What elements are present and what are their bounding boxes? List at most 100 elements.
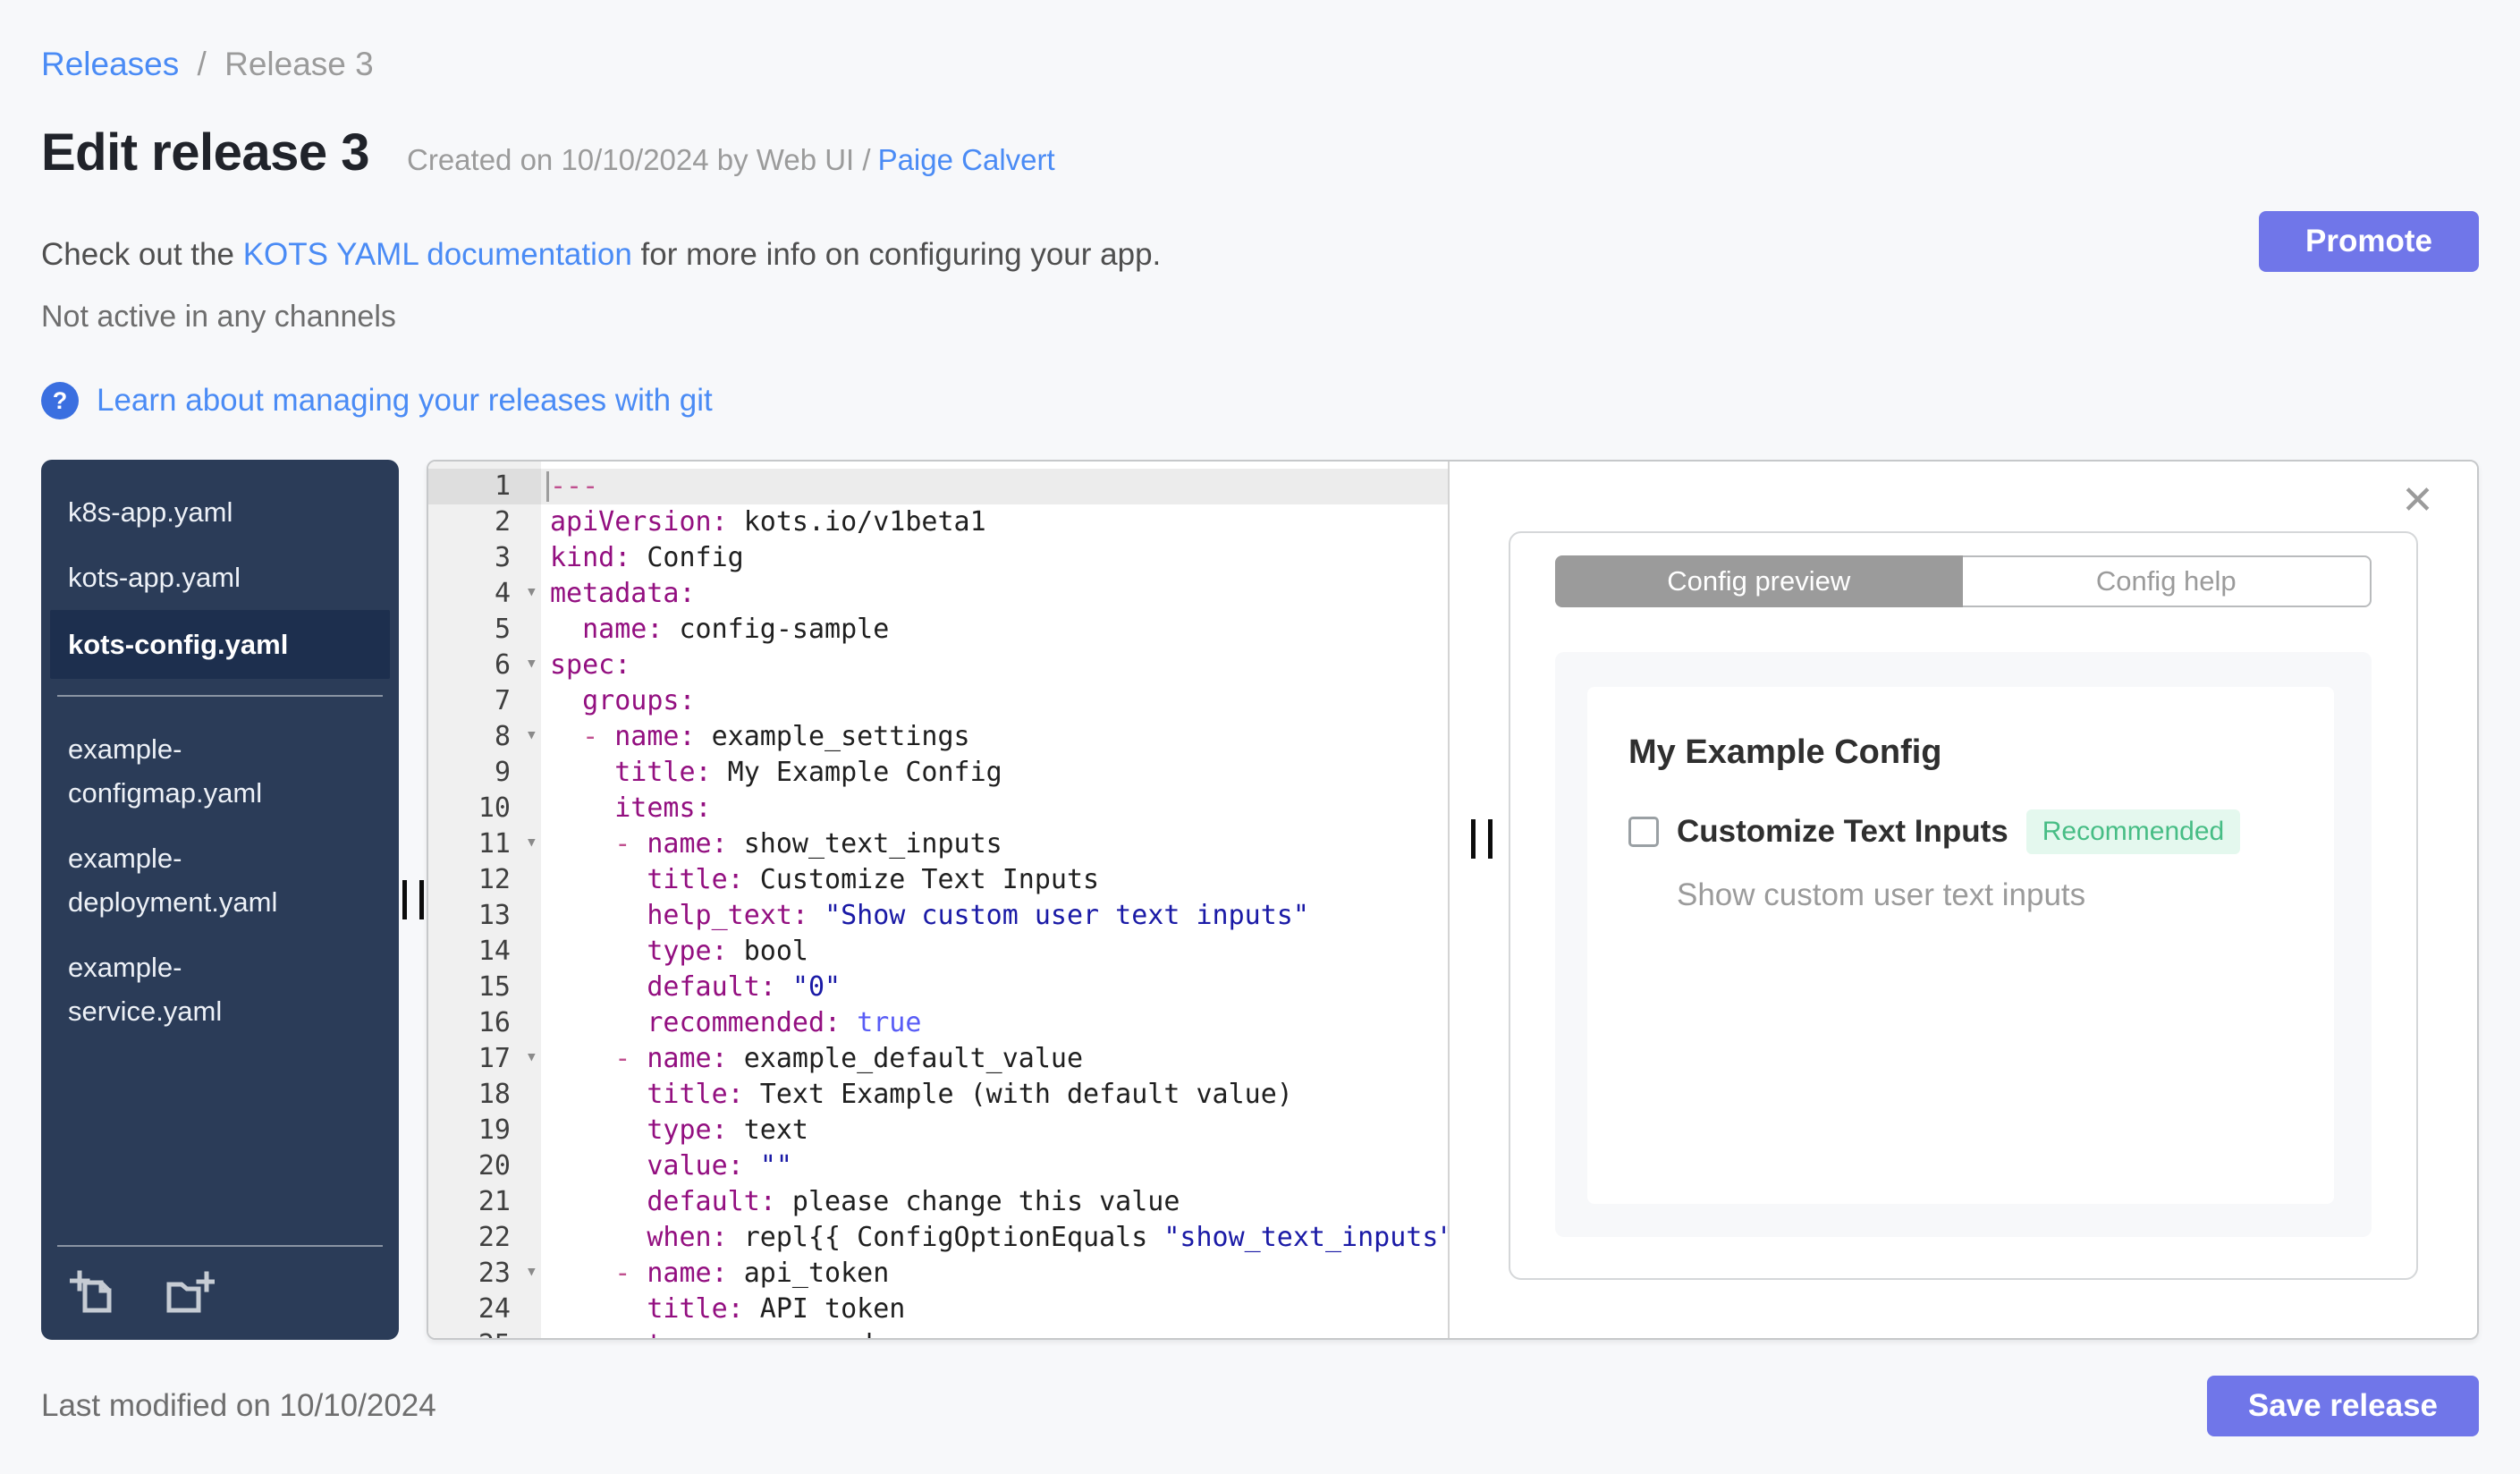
yaml-editor[interactable]: 1 --- 2 apiVersion: kots.io/v1beta1 3 kind: C…	[428, 462, 1450, 1338]
line-number: 18	[478, 1079, 511, 1110]
code-text: - name: example_default_value	[614, 1043, 1084, 1074]
code-line-2[interactable]: 2 apiVersion: kots.io/v1beta1	[428, 504, 1448, 540]
code-text: items:	[614, 792, 712, 824]
code-text: apiVersion: kots.io/v1beta1	[550, 506, 986, 538]
file-item-kots-app.yaml[interactable]: kots-app.yaml	[41, 545, 336, 610]
code-line-25[interactable]: 25 type: password	[428, 1327, 1448, 1338]
code-line-14[interactable]: 14 type: bool	[428, 934, 1448, 970]
breadcrumb-releases-link[interactable]: Releases	[41, 46, 179, 82]
line-number: 21	[478, 1186, 511, 1217]
new-file-icon[interactable]	[70, 1268, 118, 1317]
line-number: 5	[494, 614, 511, 645]
file-item-k8s-app.yaml[interactable]: k8s-app.yaml	[41, 479, 336, 545]
code-line-19[interactable]: 19 type: text	[428, 1113, 1448, 1148]
code-text: title: Customize Text Inputs	[647, 864, 1100, 895]
code-line-6[interactable]: 6 ▾ spec:	[428, 648, 1448, 683]
breadcrumb-separator: /	[197, 46, 207, 82]
author-link[interactable]: Paige Calvert	[878, 143, 1055, 176]
tab-config-help[interactable]: Config help	[1962, 555, 2372, 607]
code-line-20[interactable]: 20 value: ""	[428, 1148, 1448, 1184]
docs-suffix: for more info on configuring your app.	[631, 237, 1162, 272]
recommended-badge: Recommended	[2025, 809, 2241, 854]
fold-arrow-icon[interactable]: ▾	[526, 646, 537, 682]
code-text: default: "0"	[647, 971, 841, 1003]
code-line-17[interactable]: 17 ▾ - name: example_default_value	[428, 1041, 1448, 1077]
kots-yaml-docs-link[interactable]: KOTS YAML documentation	[243, 237, 632, 272]
git-releases-link[interactable]: Learn about managing your releases with …	[97, 383, 713, 419]
code-text: help_text: "Show custom user text inputs…	[647, 900, 1309, 931]
preview-tabs: Config preview Config help	[1555, 555, 2372, 607]
line-number: 10	[478, 792, 511, 824]
fold-arrow-icon[interactable]: ▾	[526, 825, 537, 860]
customize-text-inputs-checkbox[interactable]	[1628, 817, 1659, 847]
fold-arrow-icon[interactable]: ▾	[526, 717, 537, 753]
file-item-example-service.yaml[interactable]: example-service.yaml	[41, 935, 336, 1044]
close-icon[interactable]: ✕	[2401, 478, 2434, 523]
config-item-help-text: Show custom user text inputs	[1677, 877, 2086, 912]
new-folder-icon[interactable]	[166, 1268, 215, 1317]
fold-arrow-icon[interactable]: ▾	[526, 574, 537, 610]
code-text: name: config-sample	[582, 614, 890, 645]
promote-button[interactable]: Promote	[2259, 211, 2479, 272]
code-line-18[interactable]: 18 title: Text Example (with default val…	[428, 1077, 1448, 1113]
sidebar-resize-handle[interactable]	[402, 880, 424, 919]
code-line-1[interactable]: 1 ---	[428, 469, 1448, 504]
code-text: title: API token	[647, 1293, 906, 1325]
code-text: ---	[541, 469, 1448, 504]
code-text: when: repl{{ ConfigOptionEquals "show_te…	[647, 1222, 1450, 1253]
config-preview-pane: ✕ Config preview Config help My Example C…	[1450, 462, 2477, 1338]
editor-lines: 1 --- 2 apiVersion: kots.io/v1beta1 3 kind: C…	[428, 462, 1448, 1338]
code-line-7[interactable]: 7 groups:	[428, 683, 1448, 719]
code-line-9[interactable]: 9 title: My Example Config	[428, 755, 1448, 791]
save-release-button[interactable]: Save release	[2206, 1376, 2479, 1436]
code-line-5[interactable]: 5 name: config-sample	[428, 612, 1448, 648]
code-line-22[interactable]: 22 when: repl{{ ConfigOptionEquals "show…	[428, 1220, 1448, 1256]
code-text: - name: example_settings	[582, 721, 970, 752]
line-number: 19	[478, 1114, 511, 1146]
fold-arrow-icon[interactable]: ▾	[526, 1254, 537, 1290]
line-number: 1	[428, 469, 541, 504]
code-line-13[interactable]: 13 help_text: "Show custom user text inp…	[428, 898, 1448, 934]
line-number: 23 ▾	[428, 1256, 541, 1292]
file-item-kots-config.yaml[interactable]: kots-config.yaml	[50, 610, 390, 679]
editor-resize-handle[interactable]	[1471, 819, 1493, 859]
code-text: value: ""	[647, 1150, 792, 1182]
code-line-24[interactable]: 24 title: API token	[428, 1292, 1448, 1327]
line-number: 7	[494, 685, 511, 716]
fold-arrow-icon[interactable]: ▾	[526, 1039, 537, 1075]
code-line-23[interactable]: 23 ▾ - name: api_token	[428, 1256, 1448, 1292]
code-line-3[interactable]: 3 kind: Config	[428, 540, 1448, 576]
tab-config-preview[interactable]: Config preview	[1555, 555, 1963, 607]
code-line-16[interactable]: 16 recommended: true	[428, 1005, 1448, 1041]
code-line-21[interactable]: 21 default: please change this value	[428, 1184, 1448, 1220]
file-list-primary: k8s-app.yaml kots-app.yaml kots-config.yam…	[41, 460, 399, 679]
footer-row: Last modified on 10/10/2024 Save release	[41, 1376, 2479, 1436]
file-item-example-configmap.yaml[interactable]: example-configmap.yaml	[41, 716, 336, 826]
code-line-11[interactable]: 11 ▾ - name: show_text_inputs	[428, 826, 1448, 862]
git-help-row: ? Learn about managing your releases wit…	[41, 379, 2479, 422]
line-number: 15	[478, 971, 511, 1003]
file-item-example-deployment.yaml[interactable]: example-deployment.yaml	[41, 826, 336, 935]
code-line-4[interactable]: 4 ▾ metadata:	[428, 576, 1448, 612]
code-line-15[interactable]: 15 default: "0"	[428, 970, 1448, 1005]
question-circle-icon[interactable]: ?	[41, 382, 79, 419]
code-line-12[interactable]: 12 title: Customize Text Inputs	[428, 862, 1448, 898]
code-line-8[interactable]: 8 ▾ - name: example_settings	[428, 719, 1448, 755]
line-number: 9	[494, 757, 511, 788]
sidebar-footer	[41, 1245, 399, 1340]
line-number: 24	[478, 1293, 511, 1325]
preview-gray-panel: My Example Config Customize Text Inputs …	[1555, 652, 2372, 1237]
code-text: - name: show_text_inputs	[614, 828, 1002, 860]
code-text: title: My Example Config	[614, 757, 1002, 788]
code-text: type: text	[647, 1114, 808, 1146]
line-number: 12	[478, 864, 511, 895]
code-text: groups:	[582, 685, 696, 716]
config-item-label[interactable]: Customize Text Inputs	[1677, 814, 2008, 850]
line-number: 6 ▾	[428, 648, 541, 683]
line-number: 14	[478, 936, 511, 967]
code-line-10[interactable]: 10 items:	[428, 791, 1448, 826]
created-text: Created on 10/10/2024 by Web UI /	[407, 143, 871, 176]
sidebar-divider	[57, 695, 383, 697]
code-text: kind: Config	[550, 542, 744, 573]
config-item-row: Customize Text Inputs Recommended	[1628, 809, 2293, 854]
